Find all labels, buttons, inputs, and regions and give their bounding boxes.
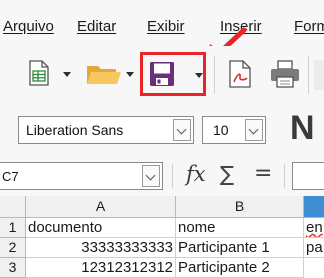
save-button[interactable] [140,52,206,96]
formula-separator [172,164,173,188]
function-wizard-button[interactable]: fx [186,162,206,186]
save-dropdown-arrow[interactable] [195,73,203,78]
cell-b3[interactable]: Participante 2 [176,258,304,278]
menu-editar[interactable]: Editar [77,18,116,36]
menu-bar: Arquivo Editar Exibir Inserir Form [0,0,324,46]
formatting-toolbar: Liberation Sans 10 N [0,104,324,156]
new-spreadsheet-button[interactable] [28,60,74,92]
new-spreadsheet-icon [29,60,49,86]
formula-bar: C7 fx ∑ = [0,156,324,196]
font-size-dropdown-button[interactable] [245,119,263,141]
open-dropdown-arrow[interactable] [126,72,134,77]
font-size-combo[interactable]: 10 [202,116,266,144]
row-header-1[interactable]: 1 [0,218,26,238]
cell-b2[interactable]: Participante 1 [176,238,304,258]
name-box-value: C7 [2,169,19,184]
new-dropdown-arrow[interactable] [63,72,71,77]
corner-select-all[interactable] [0,196,26,218]
cell-a2[interactable]: 33333333333 [26,238,176,258]
font-name-dropdown-button[interactable] [173,119,191,141]
toolbar-separator [308,56,309,94]
cell-c2[interactable]: pa [304,238,324,258]
print-button[interactable] [270,60,300,90]
save-icon [150,62,174,86]
open-button[interactable] [86,60,134,92]
column-header-c[interactable] [304,196,324,218]
row-header-3[interactable]: 3 [0,258,26,278]
cell-a3[interactable]: 12312312312 [26,258,176,278]
name-box-dropdown-button[interactable] [142,165,160,187]
print-icon [271,60,299,88]
cell-a1[interactable]: documento [26,218,176,238]
menu-exibir[interactable]: Exibir [147,18,185,36]
cell-c1[interactable]: en [304,218,324,238]
column-header-b[interactable]: B [176,196,304,218]
export-pdf-icon [229,60,251,88]
cell-b1[interactable]: nome [176,218,304,238]
sum-button[interactable]: ∑ [220,162,234,186]
font-name-combo[interactable]: Liberation Sans [18,116,194,144]
export-pdf-button[interactable] [228,60,256,90]
toolbar-overflow [314,60,324,90]
open-folder-icon [87,66,121,84]
row-header-2[interactable]: 2 [0,238,26,258]
font-name-value: Liberation Sans [26,122,124,138]
formula-button[interactable]: = [254,161,272,186]
formula-input[interactable] [292,162,324,190]
bold-button[interactable]: N [290,108,315,148]
spreadsheet-grid[interactable]: A B 1 documento nome en 2 33333333333 Pa… [0,196,324,278]
font-size-value: 10 [213,122,229,138]
standard-toolbar [0,46,324,104]
name-box[interactable]: C7 [0,162,163,190]
toolbar-separator [214,56,215,94]
menu-formatar[interactable]: Form [294,18,324,36]
menu-arquivo[interactable]: Arquivo [3,18,54,36]
formula-separator [284,164,285,188]
column-header-a[interactable]: A [26,196,176,218]
